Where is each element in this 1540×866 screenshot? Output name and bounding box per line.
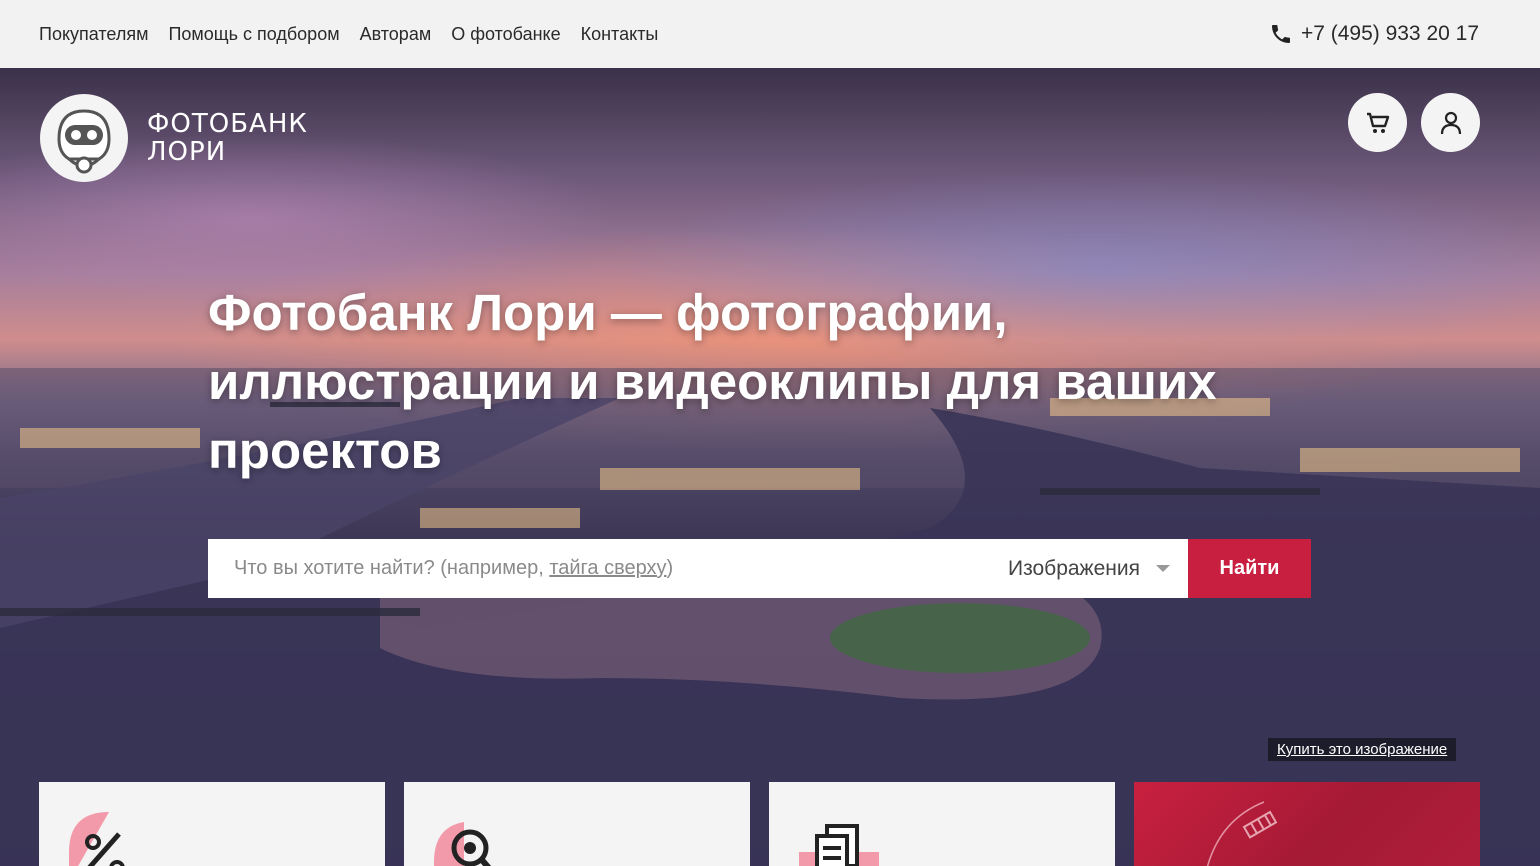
feature-card-search-help[interactable] xyxy=(404,782,750,866)
site-logo[interactable]: ФОТОБАНК ЛОРИ xyxy=(39,93,308,183)
top-nav: Покупателям Помощь с подбором Авторам О … xyxy=(39,24,658,45)
documents-icon xyxy=(799,824,879,866)
feature-card-promo-banner[interactable] xyxy=(1134,782,1480,866)
nav-link-selection-help[interactable]: Помощь с подбором xyxy=(168,24,339,45)
feature-card-documents[interactable] xyxy=(769,782,1115,866)
nav-link-contacts[interactable]: Контакты xyxy=(581,24,659,45)
search-type-select[interactable]: Изображения xyxy=(1008,539,1188,598)
search-placeholder-prefix: Что вы хотите найти? (например, xyxy=(234,557,550,579)
promo-banner xyxy=(1206,801,1278,866)
cart-icon xyxy=(1366,112,1389,133)
hero-headline: Фотобанк Лори — фотографии, иллюстрации … xyxy=(208,278,1308,485)
search-placeholder-suffix: ) xyxy=(666,557,674,579)
hero-section: ФОТОБАНК ЛОРИ Фотобанк Лори — фотографии… xyxy=(0,68,1540,866)
top-bar: Покупателям Помощь с подбором Авторам О … xyxy=(0,0,1540,68)
feature-card-discounts[interactable] xyxy=(39,782,385,866)
lori-mascot-icon xyxy=(40,94,128,182)
logo-text-line2: ЛОРИ xyxy=(147,137,227,167)
nav-link-buyers[interactable]: Покупателям xyxy=(39,24,148,45)
percent-icon xyxy=(69,812,125,866)
search-type-value: Изображения xyxy=(1008,556,1140,580)
phone-number: +7 (495) 933 20 17 xyxy=(1300,22,1479,45)
hero-headline-line1: Фотобанк Лори — фотографии, xyxy=(208,284,1008,341)
cart-button[interactable] xyxy=(1348,93,1407,152)
account-button[interactable] xyxy=(1421,93,1480,152)
phone-link[interactable]: +7 (495) 933 20 17 xyxy=(1269,22,1479,46)
hero-headline-line2: иллюстрации и видеоклипы для ваших xyxy=(208,353,1217,410)
search-example-link[interactable]: тайга сверху xyxy=(549,557,666,580)
search-submit-button[interactable]: Найти xyxy=(1188,539,1311,598)
nav-link-about[interactable]: О фотобанке xyxy=(451,24,560,45)
nav-link-authors[interactable]: Авторам xyxy=(360,24,432,45)
magnifier-icon xyxy=(434,822,492,866)
search-bar: Что вы хотите найти? (например, тайга св… xyxy=(208,539,1311,598)
phone-icon xyxy=(1271,25,1290,43)
user-icon xyxy=(1440,111,1461,134)
search-input[interactable]: Что вы хотите найти? (например, тайга св… xyxy=(208,539,1008,598)
buy-image-link[interactable]: Купить это изображение xyxy=(1268,738,1457,761)
hero-headline-line3: проектов xyxy=(208,422,442,479)
logo-text-line1: ФОТОБАНК xyxy=(147,109,308,139)
chevron-down-icon xyxy=(1155,565,1170,572)
